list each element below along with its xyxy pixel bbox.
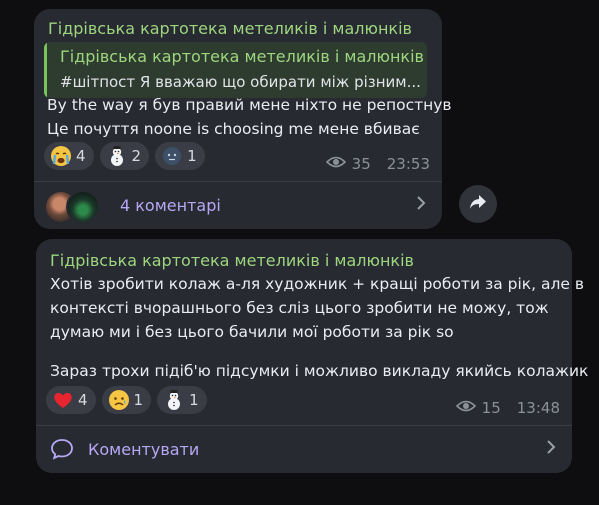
sad-face-icon	[108, 389, 130, 411]
reaction-count: 4	[78, 391, 88, 409]
comment-button[interactable]: Коментувати	[36, 426, 572, 472]
reply-text: #шітпост Я вважаю що обирати між різним.…	[60, 73, 421, 91]
reaction-heart[interactable]: 4	[46, 386, 96, 414]
post-time: 13:48	[516, 399, 560, 417]
view-count: 35	[351, 155, 371, 173]
reaction-snowman[interactable]: 2	[99, 142, 150, 170]
snowman-icon	[163, 389, 185, 411]
red-heart-icon	[52, 389, 74, 411]
chevron-right-icon	[416, 195, 426, 215]
message-line-1: Хотів зробити колаж а-ля художник + кращ…	[50, 275, 584, 293]
comments-button[interactable]: 4 коментарі	[34, 182, 442, 228]
reaction-count: 1	[133, 391, 144, 409]
channel-name[interactable]: Гідрівська картотека метеликів і малюнкі…	[48, 19, 412, 38]
commenter-avatars	[44, 188, 100, 224]
reply-bar	[44, 42, 47, 98]
reactions: 4 1 1	[46, 386, 207, 414]
eye-icon	[455, 399, 476, 417]
share-button[interactable]	[459, 185, 497, 223]
message-line-2: Це почуття noone is choosing me мене вби…	[47, 120, 420, 138]
reactions: 4 2 1	[44, 142, 205, 170]
channel-name[interactable]: Гідрівська картотека метеликів і малюнкі…	[50, 251, 414, 270]
view-count: 15	[481, 399, 501, 417]
comments-label: 4 коментарі	[120, 195, 221, 215]
eye-icon	[325, 155, 346, 173]
message-line-3: думаю ми і без цього бачили мої роботи з…	[50, 323, 454, 341]
comment-label: Коментувати	[88, 439, 200, 459]
post-time: 23:53	[386, 155, 430, 173]
reaction-count: 4	[76, 147, 86, 165]
reaction-sad[interactable]: 1	[101, 386, 152, 414]
message-line-1: By the way я був правий мене ніхто не ре…	[47, 96, 452, 114]
message-line-2: контексті вчорашнього без сліз цього зро…	[50, 299, 549, 317]
reaction-face[interactable]: 1	[155, 142, 205, 170]
snowman-icon	[106, 145, 128, 167]
reaction-count: 2	[131, 147, 142, 165]
reaction-snowman[interactable]: 1	[157, 386, 207, 414]
post-meta: 35 23:53	[325, 155, 430, 173]
post-meta: 15 13:48	[455, 399, 560, 417]
share-arrow-icon	[469, 194, 487, 214]
face-icon	[161, 145, 183, 167]
chevron-right-icon	[546, 439, 556, 459]
message-line-5: Зараз трохи підіб'ю підсумки і можливо в…	[50, 362, 589, 380]
reaction-crying[interactable]: 4	[44, 142, 94, 170]
avatar	[66, 190, 100, 224]
reply-title: Гідрівська картотека метеликів і малюнкі…	[60, 47, 424, 66]
channel-post-2[interactable]: Гідрівська картотека метеликів і малюнкі…	[36, 239, 588, 473]
comment-bubble-icon	[50, 438, 74, 460]
reply-quote[interactable]: Гідрівська картотека метеликів і малюнкі…	[44, 42, 427, 98]
channel-post-1[interactable]: Гідрівська картотека метеликів і малюнкі…	[34, 9, 452, 229]
crying-face-icon	[50, 145, 72, 167]
reaction-count: 1	[189, 391, 199, 409]
reaction-count: 1	[187, 147, 197, 165]
